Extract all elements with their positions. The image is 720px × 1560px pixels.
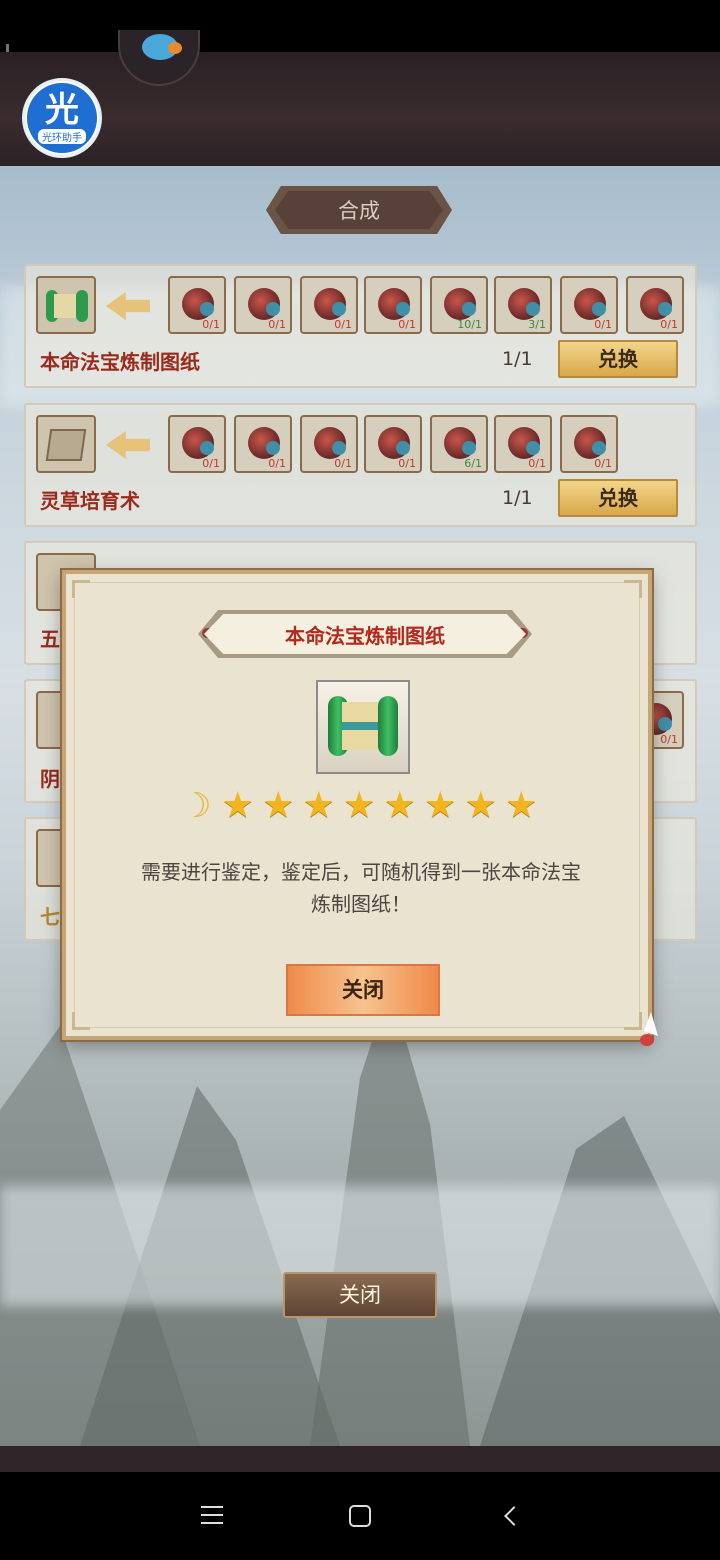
recipe-name: 七 xyxy=(40,905,60,929)
slot-quantity: 0/1 xyxy=(202,318,220,331)
dialog-close-button[interactable]: 关闭 xyxy=(286,964,440,1016)
material-slot[interactable]: 0/1 xyxy=(364,415,422,473)
star-icon: ★ xyxy=(424,785,457,826)
slot-quantity: 0/1 xyxy=(660,318,678,331)
recipe-target-item[interactable] xyxy=(36,276,96,334)
book-icon xyxy=(45,429,87,461)
dialog-description: 需要进行鉴定，鉴定后，可随机得到一张本命法宝 炼制图纸！ xyxy=(102,856,620,920)
scroll-icon xyxy=(328,696,400,758)
dialog-title-banner: 本命法宝炼制图纸 xyxy=(204,614,526,654)
recipe-name: 灵草培育术 xyxy=(40,489,140,513)
material-slot[interactable]: 10/1 xyxy=(430,276,488,334)
recipe-count: 1/1 xyxy=(502,348,533,370)
slot-quantity: 0/1 xyxy=(268,318,286,331)
description-line: 炼制图纸！ xyxy=(311,892,411,916)
material-slot[interactable]: 0/1 xyxy=(560,415,618,473)
back-icon[interactable] xyxy=(496,1500,528,1532)
slot-quantity: 0/1 xyxy=(660,733,678,746)
star-icon: ★ xyxy=(383,785,416,826)
slot-quantity: 0/1 xyxy=(594,318,612,331)
material-slot[interactable]: 3/1 xyxy=(494,276,552,334)
scroll-icon xyxy=(46,290,88,322)
star-icon: ★ xyxy=(262,785,295,826)
slot-quantity: 0/1 xyxy=(528,457,546,470)
material-slot[interactable]: 0/1 xyxy=(168,415,226,473)
star-icon: ★ xyxy=(505,785,538,826)
helper-logo-glyph: 光 xyxy=(45,89,79,130)
menu-icon[interactable] xyxy=(196,1500,228,1532)
recipe-name: 五 xyxy=(40,627,60,651)
material-slot[interactable]: 0/1 xyxy=(168,276,226,334)
material-slot[interactable]: 0/1 xyxy=(300,415,358,473)
fairy-icon xyxy=(636,1012,664,1052)
recipe-target-item[interactable] xyxy=(36,415,96,473)
material-slot[interactable]: 0/1 xyxy=(626,276,684,334)
material-slot[interactable]: 0/1 xyxy=(560,276,618,334)
recipe-row: 0/1 0/1 0/1 0/1 10/1 3/1 0/1 0/1 本命法宝炼制图… xyxy=(24,264,697,388)
slot-quantity: 0/1 xyxy=(334,457,352,470)
panel-title: 合成 xyxy=(266,186,452,234)
arrow-left-icon xyxy=(106,431,150,459)
exchange-button[interactable]: 兑换 xyxy=(558,340,678,378)
star-rating: ☽ ★ ★ ★ ★ ★ ★ ★ ★ xyxy=(181,785,541,827)
recipe-name: 阴 xyxy=(40,767,60,791)
slot-quantity: 0/1 xyxy=(334,318,352,331)
arrow-left-icon xyxy=(106,292,150,320)
status-bar xyxy=(0,0,720,52)
slot-quantity: 0/1 xyxy=(398,318,416,331)
helper-logo-caption: 光环助手 xyxy=(38,128,86,144)
material-slot[interactable]: 6/1 xyxy=(430,415,488,473)
material-slot[interactable]: 0/1 xyxy=(300,276,358,334)
bottom-strip xyxy=(0,1446,720,1472)
slot-quantity: 6/1 xyxy=(464,457,482,470)
slot-quantity: 0/1 xyxy=(398,457,416,470)
material-slot[interactable]: 0/1 xyxy=(234,276,292,334)
star-icon: ★ xyxy=(464,785,497,826)
item-preview xyxy=(316,680,410,774)
recipe-count: 1/1 xyxy=(502,487,533,509)
material-slot[interactable]: 0/1 xyxy=(364,276,422,334)
exchange-button[interactable]: 兑换 xyxy=(558,479,678,517)
panel-close-button[interactable]: 关闭 xyxy=(283,1272,437,1318)
description-line: 需要进行鉴定，鉴定后，可随机得到一张本命法宝 xyxy=(141,860,581,884)
moon-icon: ☽ xyxy=(181,786,212,826)
item-info-dialog: 本命法宝炼制图纸 ☽ ★ ★ ★ ★ ★ ★ ★ ★ 需要进行鉴定，鉴定后，可随… xyxy=(62,570,652,1040)
slot-quantity: 0/1 xyxy=(202,457,220,470)
recipe-name: 本命法宝炼制图纸 xyxy=(40,350,200,374)
slot-quantity: 0/1 xyxy=(594,457,612,470)
star-icon: ★ xyxy=(221,785,254,826)
slot-quantity: 10/1 xyxy=(457,318,482,331)
dialog-title: 本命法宝炼制图纸 xyxy=(285,623,445,648)
helper-logo-button[interactable]: 光 光环助手 xyxy=(22,78,102,158)
star-icon: ★ xyxy=(343,785,376,826)
home-icon[interactable] xyxy=(344,1500,376,1532)
panel-title-text: 合成 xyxy=(338,199,380,223)
material-slot[interactable]: 0/1 xyxy=(494,415,552,473)
navigation-bar xyxy=(0,1472,720,1560)
top-header-strip xyxy=(0,52,720,166)
slot-quantity: 3/1 xyxy=(528,318,546,331)
material-slot[interactable]: 0/1 xyxy=(234,415,292,473)
star-icon: ★ xyxy=(302,785,335,826)
recipe-row: 0/1 0/1 0/1 0/1 6/1 0/1 0/1 灵草培育术 1/1 兑换 xyxy=(24,403,697,527)
slot-quantity: 0/1 xyxy=(268,457,286,470)
